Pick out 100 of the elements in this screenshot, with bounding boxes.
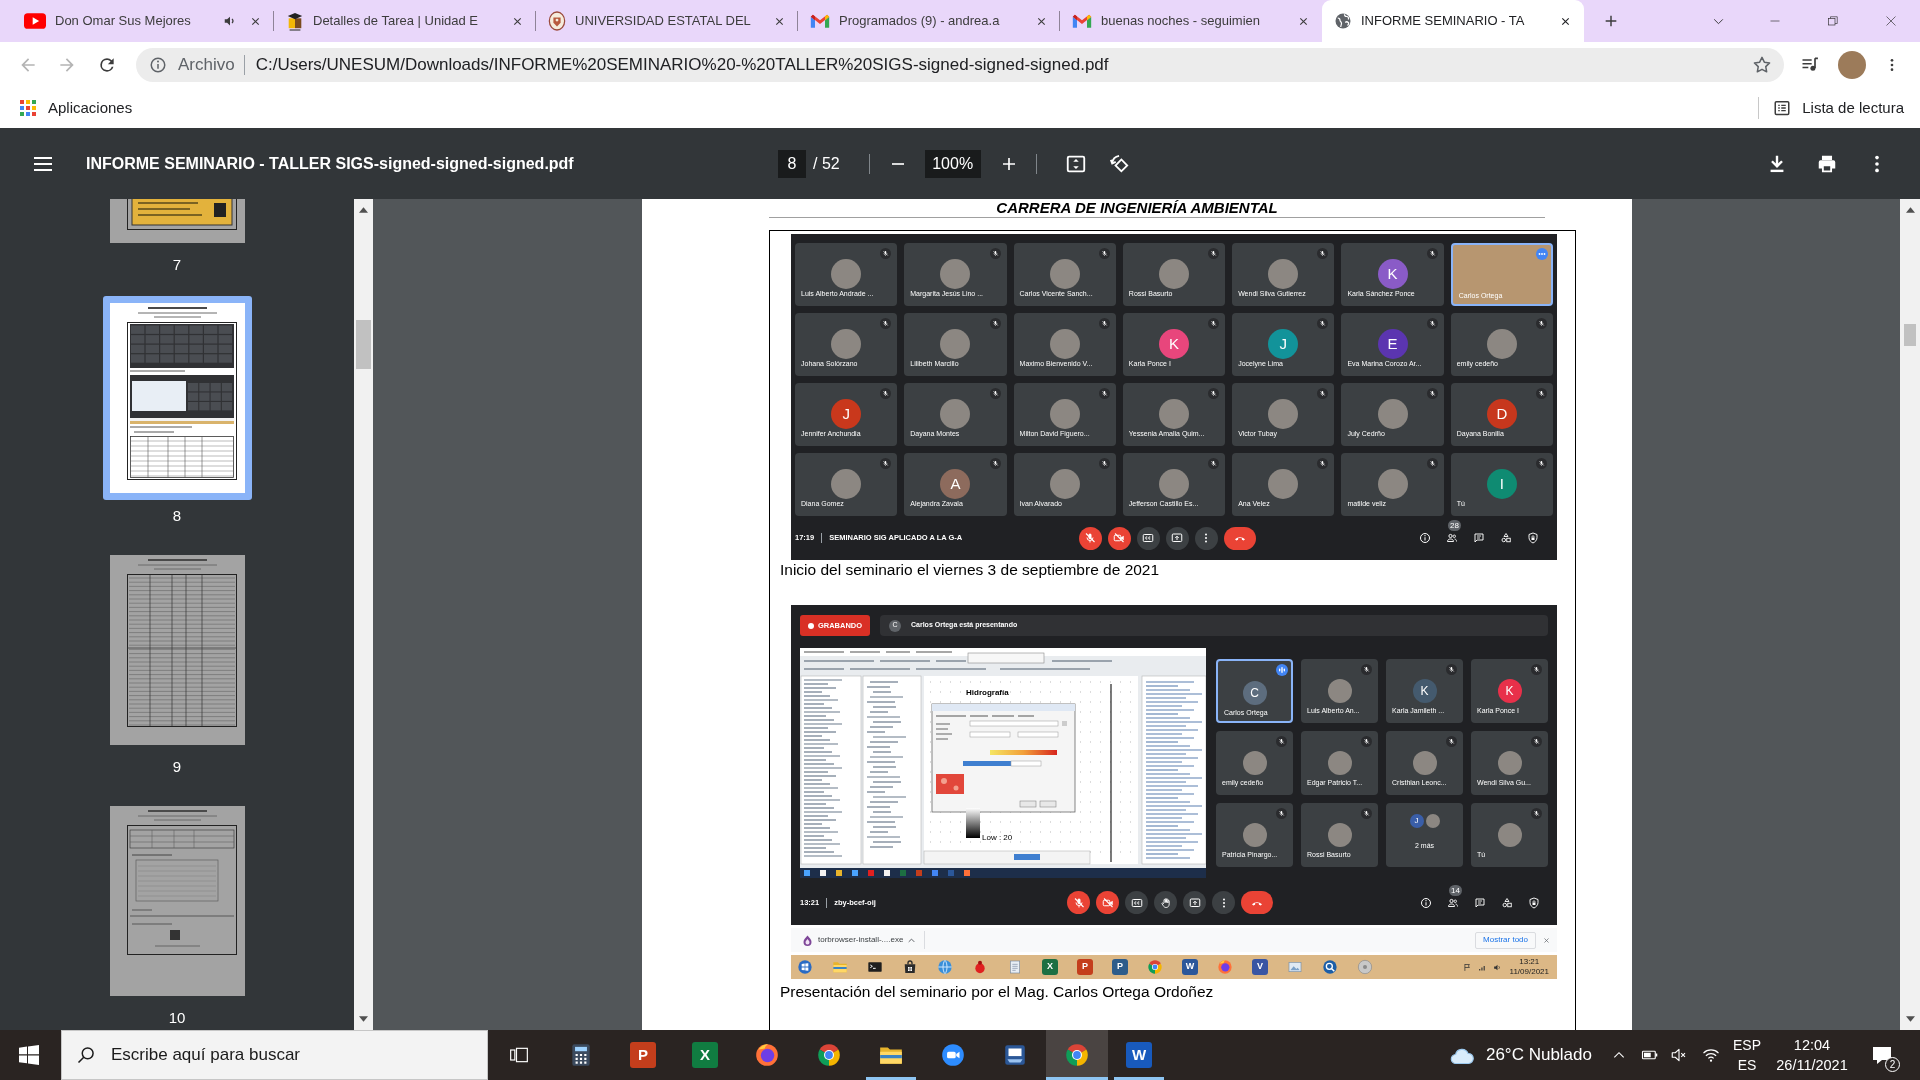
page-number-field[interactable]: 8 bbox=[778, 149, 806, 178]
scroll-up-arrow-icon[interactable] bbox=[1905, 207, 1915, 213]
shield-icon[interactable] bbox=[1527, 532, 1539, 544]
app-logo[interactable]: W bbox=[1126, 1042, 1152, 1068]
browser-tab[interactable]: Don Omar Sus Mejores bbox=[12, 0, 274, 42]
chat-icon[interactable] bbox=[1473, 532, 1485, 544]
wifi-icon[interactable] bbox=[1702, 1046, 1720, 1064]
close-icon[interactable] bbox=[1298, 15, 1309, 27]
scrollbar-thumb[interactable] bbox=[1904, 324, 1916, 346]
browser-tab[interactable]: Programados (9) - andrea.a bbox=[798, 0, 1060, 42]
new-tab-icon[interactable] bbox=[1603, 13, 1619, 29]
shield-icon[interactable] bbox=[1528, 896, 1540, 909]
scroll-up-arrow-icon[interactable] bbox=[359, 207, 368, 213]
avatar-placeholder bbox=[1327, 751, 1352, 775]
activities-icon[interactable] bbox=[1501, 896, 1513, 909]
clock-time[interactable]: 12:04 bbox=[1793, 1035, 1831, 1055]
initial-avatar: A bbox=[940, 469, 971, 499]
avatar-placeholder bbox=[1486, 329, 1517, 359]
taskbar-button[interactable] bbox=[1046, 1030, 1108, 1080]
scrollbar-thumb[interactable] bbox=[356, 320, 371, 369]
app-logo[interactable]: X bbox=[1042, 959, 1058, 975]
page-thumbnail[interactable] bbox=[102, 296, 252, 500]
star-icon[interactable] bbox=[1752, 55, 1772, 75]
avatar-placeholder bbox=[1412, 751, 1437, 775]
reading-list-button[interactable]: Lista de lectura bbox=[1802, 96, 1904, 120]
weather-label[interactable]: 26°C Nublado bbox=[1485, 1042, 1592, 1068]
task-view-icon[interactable] bbox=[509, 1045, 529, 1065]
address-bar[interactable]: Archivo C:/Users/UNESUM/Downloads/INFORME%20SEMINARIO%20-%20TALLER%20SIGS-signed-signed-signed.pdf bbox=[136, 48, 1784, 82]
scroll-down-arrow-icon[interactable] bbox=[359, 1016, 368, 1022]
monitor-icon[interactable] bbox=[1002, 1042, 1028, 1068]
download-file-name[interactable]: torbrowser-install-....exe bbox=[818, 934, 904, 946]
keyboard-layout-label[interactable]: ES bbox=[1737, 1055, 1757, 1075]
profile-avatar[interactable] bbox=[1838, 51, 1866, 79]
speaker-icon[interactable] bbox=[223, 14, 237, 28]
initial-avatar: J bbox=[1268, 329, 1299, 359]
avatar-placeholder bbox=[1049, 469, 1080, 499]
language-label[interactable]: ESP bbox=[1733, 1035, 1761, 1055]
app-logo[interactable]: X bbox=[692, 1042, 718, 1068]
zoom-field[interactable]: 100% bbox=[924, 149, 981, 178]
video-camera-icon[interactable] bbox=[940, 1042, 966, 1068]
clock-date[interactable]: 26/11/2021 bbox=[1776, 1055, 1848, 1075]
reload-icon[interactable] bbox=[97, 55, 117, 75]
browser-icon[interactable] bbox=[754, 1042, 780, 1068]
rotate-icon[interactable] bbox=[1108, 152, 1131, 175]
close-icon[interactable] bbox=[1560, 15, 1571, 27]
terminal-icon[interactable] bbox=[867, 959, 883, 975]
activities-icon[interactable] bbox=[1500, 532, 1512, 544]
app-logo[interactable]: V bbox=[1252, 959, 1268, 975]
scroll-down-arrow-icon[interactable] bbox=[1905, 1016, 1915, 1022]
browser-tab[interactable]: UNIVERSIDAD ESTATAL DEL bbox=[536, 0, 798, 42]
microphone-button[interactable] bbox=[1067, 891, 1090, 914]
app-logo[interactable]: P bbox=[1077, 959, 1093, 975]
flag-icon[interactable] bbox=[1462, 962, 1472, 972]
browser-tab[interactable]: Detalles de Tarea | Unidad E bbox=[274, 0, 536, 42]
more-options-button[interactable] bbox=[1212, 891, 1235, 914]
restore-icon[interactable] bbox=[1827, 15, 1839, 27]
people-icon[interactable] bbox=[1446, 532, 1458, 544]
app-logo[interactable]: W bbox=[1182, 959, 1198, 975]
ladybug-icon[interactable] bbox=[972, 959, 988, 975]
clock-time: 13:21 bbox=[1519, 957, 1540, 967]
apps-grid-icon[interactable] bbox=[20, 100, 36, 116]
end-call-button[interactable] bbox=[1223, 526, 1256, 550]
present-screen-icon bbox=[1188, 896, 1201, 909]
close-icon[interactable] bbox=[1036, 15, 1047, 27]
initial-avatar: K bbox=[1159, 329, 1189, 359]
avatar-placeholder bbox=[940, 259, 971, 289]
show-all-button[interactable]: Mostrar todo bbox=[1475, 931, 1536, 949]
present-button[interactable] bbox=[1183, 891, 1206, 914]
browser-tab[interactable]: buenas noches - seguimien bbox=[1060, 0, 1322, 42]
muted-speaker-icon[interactable] bbox=[1670, 1046, 1688, 1064]
app-logo[interactable]: P bbox=[630, 1042, 656, 1068]
reading-list-icon[interactable] bbox=[1773, 99, 1792, 117]
windows-logo-icon[interactable] bbox=[19, 1045, 39, 1065]
end-call-button[interactable] bbox=[1241, 891, 1273, 914]
more-options-button[interactable] bbox=[1194, 526, 1218, 550]
search-icon[interactable] bbox=[1322, 959, 1338, 975]
browser-icon[interactable] bbox=[816, 1042, 842, 1068]
close-icon[interactable] bbox=[774, 15, 785, 27]
shopping-bag-icon[interactable] bbox=[902, 959, 918, 975]
microphone-button[interactable] bbox=[1078, 526, 1102, 550]
audio-level-icon bbox=[1276, 664, 1288, 676]
close-icon[interactable] bbox=[512, 15, 523, 27]
page-thumbnail[interactable] bbox=[109, 806, 245, 996]
speaker-icon[interactable] bbox=[1492, 962, 1502, 972]
captions-button[interactable] bbox=[1136, 526, 1160, 550]
people-icon[interactable] bbox=[1447, 896, 1459, 909]
captions-button[interactable] bbox=[1125, 891, 1148, 914]
avatar-placeholder bbox=[1242, 751, 1267, 775]
close-icon[interactable] bbox=[250, 15, 261, 27]
raise-hand-button[interactable] bbox=[1154, 891, 1177, 914]
bookmark-link[interactable]: Aplicaciones bbox=[48, 96, 133, 120]
app-logo[interactable]: P bbox=[1112, 959, 1128, 975]
chat-icon[interactable] bbox=[1474, 896, 1486, 909]
search-field[interactable]: Escribe aquí para buscar bbox=[61, 1030, 488, 1080]
page-thumbnail[interactable] bbox=[109, 555, 245, 745]
browser-tab[interactable]: INFORME SEMINARIO - TA bbox=[1322, 0, 1584, 42]
camera-button[interactable] bbox=[1107, 526, 1131, 550]
page-thumbnail[interactable] bbox=[109, 199, 245, 243]
present-button[interactable] bbox=[1165, 526, 1189, 550]
camera-button[interactable] bbox=[1096, 891, 1119, 914]
